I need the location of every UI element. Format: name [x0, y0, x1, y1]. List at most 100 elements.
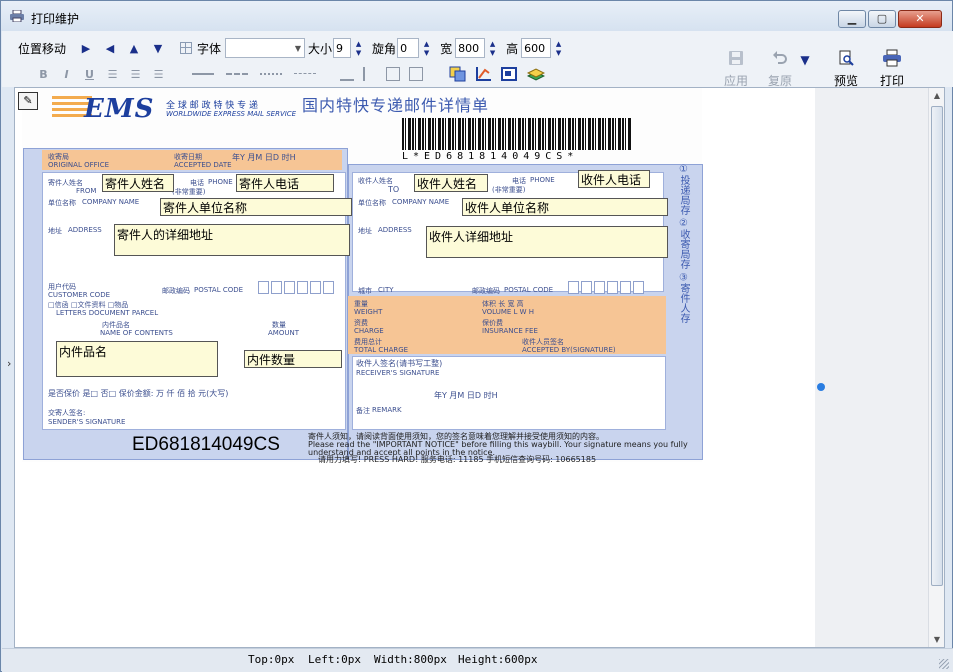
size-input[interactable]: [333, 38, 352, 58]
scroll-down-icon[interactable]: ▼: [929, 635, 944, 644]
recipient-address-field[interactable]: 收件人详细地址: [426, 226, 668, 258]
fit-height-icon[interactable]: [409, 67, 423, 81]
print-maintenance-window: 打印维护 ▁ ▢ ✕ 位置移动 ▶ ◀ ▲ ▼ 字体 ▼ 大小 ▲▼ 旋角: [0, 0, 953, 672]
recipient-name-field[interactable]: 收件人姓名: [414, 174, 488, 192]
letter-spacing-icon[interactable]: [340, 67, 354, 81]
layout-icon[interactable]: [501, 66, 519, 82]
resize-handle[interactable]: [817, 383, 825, 391]
weight-en-label: WEIGHT: [354, 308, 383, 316]
maximize-button[interactable]: ▢: [868, 10, 896, 28]
sender-postal-code-en-label: POSTAL CODE: [194, 286, 244, 294]
line-dash-icon[interactable]: [224, 66, 250, 82]
italic-button[interactable]: I: [55, 68, 78, 81]
close-icon: ✕: [915, 12, 925, 25]
vertical-scrollbar[interactable]: ▲ ▼: [928, 88, 944, 647]
width-spin-buttons[interactable]: ▲ ▼: [487, 38, 498, 58]
spin-up-icon: ▲: [489, 40, 496, 48]
fit-width-icon[interactable]: [386, 67, 400, 81]
recipient-important-label: (非常重要): [492, 186, 526, 194]
window-controls: ▁ ▢ ✕: [838, 10, 942, 28]
total-charge-en-label: TOTAL CHARGE: [354, 346, 409, 354]
receiver-signature-label: 收件人签名(请书写工整): [356, 359, 443, 368]
chart-edit-icon[interactable]: [475, 66, 493, 82]
height-spin-buttons[interactable]: ▲ ▼: [553, 38, 564, 58]
line-dot-icon[interactable]: [258, 66, 284, 82]
font-select[interactable]: ▼: [225, 38, 306, 58]
sender-name-field[interactable]: 寄件人姓名: [102, 174, 174, 192]
recipient-company-field[interactable]: 收件人单位名称: [462, 198, 668, 216]
font-label: 字体: [197, 41, 222, 56]
sign-date-fields: 年Y 月M 日D 时H: [434, 391, 498, 400]
contents-name-en-label: NAME OF CONTENTS: [100, 329, 173, 337]
move-up-button[interactable]: ▲: [122, 42, 146, 55]
chevron-down-icon: ▼: [800, 53, 810, 67]
copy-side-text: ①投递局存 ②收寄局存 ③寄件人存: [678, 164, 689, 324]
toolbar: 位置移动 ▶ ◀ ▲ ▼ 字体 ▼ 大小 ▲▼ 旋角 ▲▼ 宽: [2, 31, 953, 89]
recipient-phone-en-label: PHONE: [530, 176, 555, 184]
move-left-button[interactable]: ◀: [98, 42, 122, 55]
status-bar: Top:0px Left:0px Width:800px Height:600p…: [2, 648, 953, 672]
recipient-postal-code-boxes: [568, 281, 644, 294]
minimize-icon: ▁: [847, 12, 857, 25]
ems-waybill-template: EMS 全 球 邮 政 特 快 专 递 WORLDWIDE EXPRESS MA…: [22, 88, 703, 464]
maximize-icon: ▢: [876, 12, 888, 25]
undo-icon: [773, 51, 787, 64]
recipient-postal-code-label: 邮政编码: [472, 287, 500, 295]
sender-address-field[interactable]: 寄件人的详细地址: [114, 224, 350, 256]
rotate-label: 旋角: [372, 41, 397, 56]
accepted-date-en-label: ACCEPTED DATE: [174, 161, 232, 169]
minimize-button[interactable]: ▁: [838, 10, 866, 28]
height-input[interactable]: [521, 38, 552, 58]
recipient-phone-field[interactable]: 收件人电话: [578, 170, 650, 188]
scroll-up-icon[interactable]: ▲: [929, 91, 944, 100]
library-icon[interactable]: [527, 66, 545, 82]
chevron-right-icon[interactable]: ›: [7, 357, 11, 370]
sender-company-field[interactable]: 寄件人单位名称: [160, 198, 352, 216]
sender-signature-label: 交寄人签名:: [48, 409, 86, 417]
origin-office-en-label: ORIGINAL OFFICE: [48, 161, 110, 169]
preview-button[interactable]: 预览: [826, 49, 866, 89]
printer-icon: [10, 10, 24, 22]
status-left: Left:0px: [308, 653, 361, 666]
align-right-icon[interactable]: ☰: [147, 68, 170, 81]
restore-dropdown-button[interactable]: ▼: [795, 53, 815, 67]
width-input[interactable]: [455, 38, 486, 58]
recipient-company-label: 单位名称: [358, 199, 386, 207]
sender-phone-field[interactable]: 寄件人电话: [236, 174, 334, 192]
design-canvas[interactable]: EMS 全 球 邮 政 特 快 专 递 WORLDWIDE EXPRESS MA…: [14, 87, 945, 648]
apply-button[interactable]: 应用: [716, 49, 756, 89]
restore-button[interactable]: 复原: [760, 49, 800, 89]
eraser-icon[interactable]: ✎: [18, 92, 38, 110]
rotate-input[interactable]: [397, 38, 420, 58]
customer-code-en-label: CUSTOMER CODE: [48, 291, 111, 299]
sender-signature-en-label: SENDER'S SIGNATURE: [48, 418, 126, 426]
recipient-address-label: 地址: [358, 227, 372, 235]
move-right-button[interactable]: ▶: [74, 42, 98, 55]
resize-grip-icon[interactable]: [939, 659, 949, 669]
spin-up-icon: ▲: [555, 40, 562, 48]
contents-amount-field[interactable]: 内件数量: [244, 350, 342, 368]
line-dashdot-icon[interactable]: [292, 66, 318, 82]
rotate-spin-buttons[interactable]: ▲ ▼: [421, 38, 432, 58]
form-title: 国内特快专递邮件详情单: [302, 96, 490, 115]
window-title: 打印维护: [31, 12, 80, 26]
align-center-icon[interactable]: ☰: [124, 68, 147, 81]
bold-button[interactable]: B: [32, 68, 55, 81]
grid-icon[interactable]: [180, 42, 193, 54]
title-bar: 打印维护 ▁ ▢ ✕: [1, 1, 952, 31]
width-spinner: ▲▼: [455, 38, 498, 58]
sender-company-en-label: COMPANY NAME: [82, 198, 140, 206]
move-down-button[interactable]: ▼: [146, 42, 170, 55]
contents-name-field[interactable]: 内件品名: [56, 341, 218, 377]
size-spin-buttons[interactable]: ▲ ▼: [353, 38, 364, 58]
print-button[interactable]: 打印: [872, 49, 912, 89]
line-solid-icon[interactable]: [190, 66, 216, 82]
underline-button[interactable]: U: [78, 68, 101, 81]
copy-style-icon[interactable]: [449, 66, 467, 82]
line-spacing-icon[interactable]: [363, 67, 377, 81]
align-left-icon[interactable]: ☰: [101, 68, 124, 81]
close-button[interactable]: ✕: [898, 10, 942, 28]
scrollbar-thumb[interactable]: [931, 106, 943, 586]
accepted-date-fields: 年Y 月M 日D 时H: [232, 153, 296, 162]
save-icon: [729, 51, 743, 65]
